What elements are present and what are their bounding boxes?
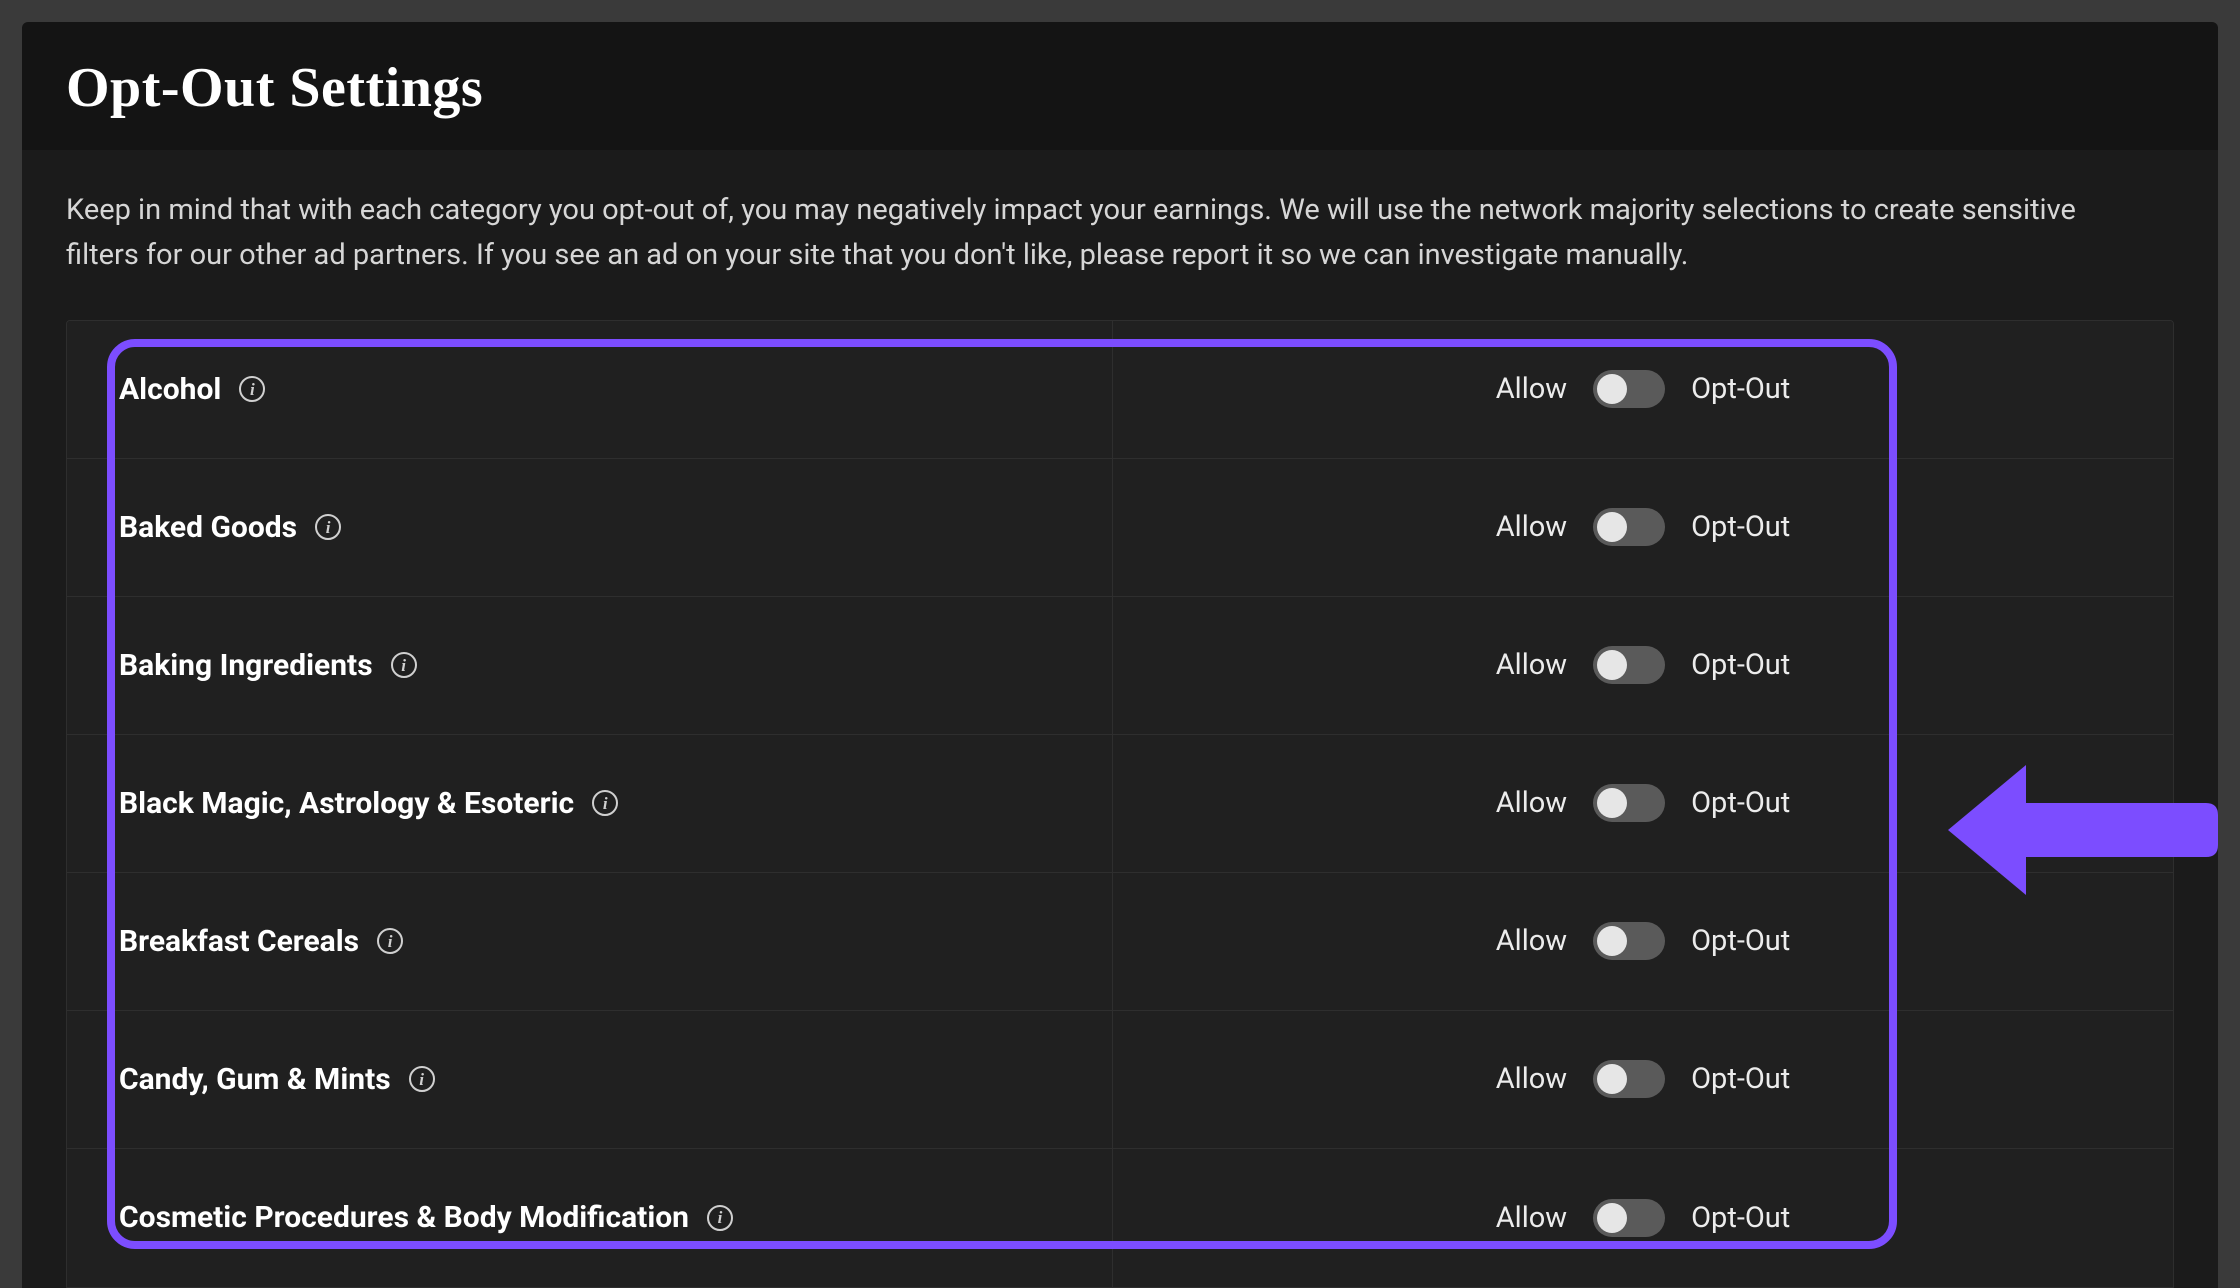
info-icon[interactable]: i <box>409 1066 435 1092</box>
info-icon[interactable]: i <box>391 652 417 678</box>
category-cell: Breakfast Cereals i <box>67 873 1113 1010</box>
table-row: Baking Ingredients i Allow Opt-Out <box>67 597 2173 735</box>
optout-label: Opt-Out <box>1691 372 1790 406</box>
optout-label: Opt-Out <box>1691 510 1790 544</box>
category-cell: Black Magic, Astrology & Esoteric i <box>67 735 1113 872</box>
allow-label: Allow <box>1496 648 1567 682</box>
optout-label: Opt-Out <box>1691 648 1790 682</box>
category-cell: Baked Goods i <box>67 459 1113 596</box>
toggle-cell: Allow Opt-Out <box>1113 597 2173 734</box>
info-icon[interactable]: i <box>377 928 403 954</box>
category-cell: Cosmetic Procedures & Body Modification … <box>67 1149 1113 1287</box>
optout-label: Opt-Out <box>1691 1201 1790 1235</box>
category-name: Candy, Gum & Mints <box>119 1062 391 1097</box>
page-title: Opt-Out Settings <box>66 56 2174 120</box>
optout-label: Opt-Out <box>1691 786 1790 820</box>
info-icon[interactable]: i <box>592 790 618 816</box>
allow-label: Allow <box>1496 1062 1567 1096</box>
category-name: Baking Ingredients <box>119 648 373 683</box>
category-name: Alcohol <box>119 372 221 407</box>
category-table: Alcohol i Allow Opt-Out Baked Goods i <box>66 320 2174 1288</box>
allow-label: Allow <box>1496 1201 1567 1235</box>
description-text: Keep in mind that with each category you… <box>66 188 2086 278</box>
header: Opt-Out Settings <box>22 22 2218 150</box>
optout-toggle[interactable] <box>1593 508 1665 546</box>
toggle-cell: Allow Opt-Out <box>1113 873 2173 1010</box>
category-name: Black Magic, Astrology & Esoteric <box>119 786 574 821</box>
optout-toggle[interactable] <box>1593 370 1665 408</box>
toggle-cell: Allow Opt-Out <box>1113 321 2173 458</box>
info-icon[interactable]: i <box>707 1205 733 1231</box>
category-cell: Candy, Gum & Mints i <box>67 1011 1113 1148</box>
category-name: Baked Goods <box>119 510 297 545</box>
table-row: Baked Goods i Allow Opt-Out <box>67 459 2173 597</box>
table-row: Alcohol i Allow Opt-Out <box>67 321 2173 459</box>
table-row: Candy, Gum & Mints i Allow Opt-Out <box>67 1011 2173 1149</box>
optout-toggle[interactable] <box>1593 646 1665 684</box>
settings-panel: Opt-Out Settings Keep in mind that with … <box>22 22 2218 1260</box>
toggle-cell: Allow Opt-Out <box>1113 459 2173 596</box>
optout-toggle[interactable] <box>1593 784 1665 822</box>
category-name: Cosmetic Procedures & Body Modification <box>119 1200 689 1235</box>
toggle-cell: Allow Opt-Out <box>1113 1011 2173 1148</box>
optout-toggle[interactable] <box>1593 1060 1665 1098</box>
optout-label: Opt-Out <box>1691 924 1790 958</box>
optout-label: Opt-Out <box>1691 1062 1790 1096</box>
table-row: Breakfast Cereals i Allow Opt-Out <box>67 873 2173 1011</box>
table-row: Black Magic, Astrology & Esoteric i Allo… <box>67 735 2173 873</box>
allow-label: Allow <box>1496 372 1567 406</box>
allow-label: Allow <box>1496 924 1567 958</box>
optout-toggle[interactable] <box>1593 1199 1665 1237</box>
table-row: Cosmetic Procedures & Body Modification … <box>67 1149 2173 1287</box>
optout-toggle[interactable] <box>1593 922 1665 960</box>
category-cell: Baking Ingredients i <box>67 597 1113 734</box>
panel-body: Keep in mind that with each category you… <box>22 150 2218 1288</box>
allow-label: Allow <box>1496 510 1567 544</box>
toggle-cell: Allow Opt-Out <box>1113 1149 2173 1287</box>
category-cell: Alcohol i <box>67 321 1113 458</box>
info-icon[interactable]: i <box>239 376 265 402</box>
allow-label: Allow <box>1496 786 1567 820</box>
toggle-cell: Allow Opt-Out <box>1113 735 2173 872</box>
category-name: Breakfast Cereals <box>119 924 359 959</box>
info-icon[interactable]: i <box>315 514 341 540</box>
